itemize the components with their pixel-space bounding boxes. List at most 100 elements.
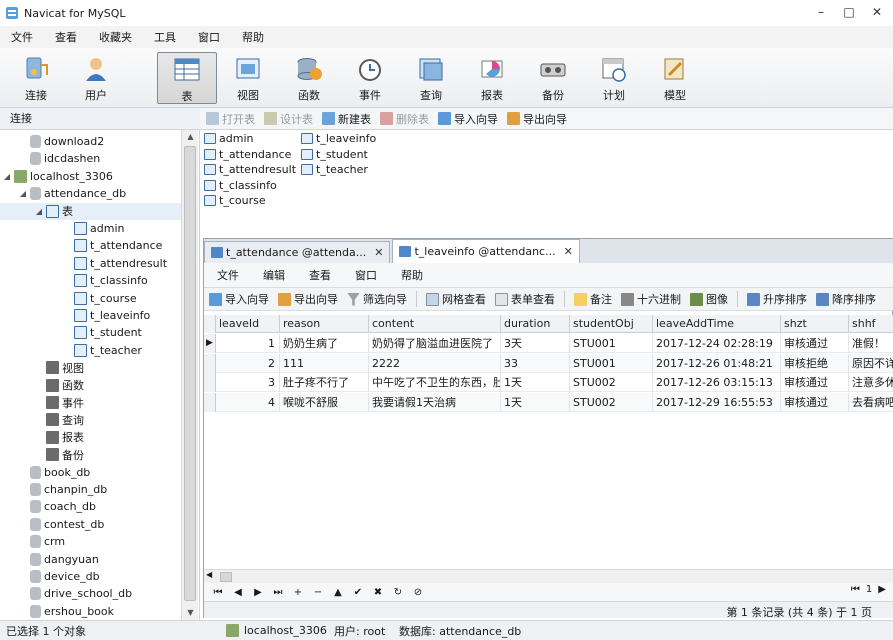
- table-cell[interactable]: 去看病吧: [849, 393, 893, 412]
- table-cell[interactable]: 准假！: [849, 334, 893, 353]
- tree-item[interactable]: 函数: [0, 377, 181, 394]
- tree-item[interactable]: idcdashen: [0, 150, 181, 167]
- tree-item[interactable]: ◢ 表: [0, 202, 181, 220]
- first-page-icon[interactable]: ⏮: [851, 584, 860, 595]
- object-list-item[interactable]: t_leaveinfo: [301, 132, 376, 145]
- row-indicator[interactable]: ▶: [204, 334, 216, 353]
- column-header[interactable]: reason: [280, 315, 369, 333]
- menu-help[interactable]: 帮助: [235, 29, 271, 45]
- tree-item[interactable]: coach_db: [0, 498, 181, 515]
- expand-toggle-icon[interactable]: ◢: [18, 189, 28, 198]
- toolbar-backup-button[interactable]: 备份: [523, 52, 583, 104]
- table-cell[interactable]: 我要请假1天治病: [369, 392, 501, 412]
- table-cell[interactable]: 审核通过: [781, 373, 849, 392]
- filter-wizard-button[interactable]: 筛选向导: [347, 291, 407, 307]
- scroll-up-icon[interactable]: ▲: [182, 130, 199, 144]
- tree-item[interactable]: ◢ localhost_3306: [0, 168, 181, 185]
- tree-item[interactable]: 查询: [0, 411, 181, 428]
- toolbar-table-button[interactable]: 表: [157, 52, 217, 104]
- object-list-item[interactable]: admin: [204, 132, 253, 145]
- import-wizard-button[interactable]: 导入向导: [438, 111, 498, 127]
- sidebar-scrollbar[interactable]: ▲ ▼: [181, 130, 198, 620]
- scroll-left-icon[interactable]: ◀: [206, 570, 212, 579]
- tree-item[interactable]: t_leaveinfo: [0, 307, 181, 324]
- open-table-button[interactable]: 打开表: [206, 111, 255, 127]
- table-cell[interactable]: STU002: [570, 392, 653, 412]
- table-cell[interactable]: 33: [501, 353, 570, 373]
- previous-record-icon[interactable]: ◀: [230, 587, 246, 598]
- table-cell[interactable]: 4: [216, 392, 280, 412]
- tree-item[interactable]: t_attendance: [0, 237, 181, 254]
- menu-tools[interactable]: 工具: [147, 29, 183, 45]
- menu-favorites[interactable]: 收藏夹: [92, 29, 139, 45]
- object-list-item[interactable]: t_classinfo: [204, 179, 277, 192]
- table-cell[interactable]: 1: [216, 334, 280, 353]
- editor-menu-help[interactable]: 帮助: [394, 267, 430, 283]
- scroll-down-icon[interactable]: ▼: [182, 606, 199, 620]
- object-list-item[interactable]: t_course: [204, 194, 266, 207]
- tree-item[interactable]: t_classinfo: [0, 272, 181, 289]
- table-row[interactable]: 4 喉咙不舒服 我要请假1天治病 1天 STU002 2017-12-29 16:55:5…: [204, 392, 893, 412]
- tree-item[interactable]: t_attendresult: [0, 255, 181, 272]
- table-cell[interactable]: 1天: [501, 373, 570, 392]
- tree-item[interactable]: device_db: [0, 568, 181, 585]
- toolbar-event-button[interactable]: 事件: [340, 52, 400, 104]
- table-cell[interactable]: 3: [216, 373, 280, 392]
- design-table-button[interactable]: 设计表: [264, 111, 313, 127]
- apply-icon[interactable]: ✔: [350, 587, 366, 598]
- row-indicator[interactable]: [204, 392, 216, 412]
- object-list-item[interactable]: t_student: [301, 148, 368, 161]
- maximize-button[interactable]: □: [839, 3, 859, 21]
- menu-view[interactable]: 查看: [48, 29, 84, 45]
- table-cell[interactable]: 2017-12-26 03:15:13: [653, 373, 781, 392]
- add-record-icon[interactable]: +: [290, 587, 306, 598]
- table-cell[interactable]: 审核通过: [781, 334, 849, 353]
- next-page-icon[interactable]: ▶: [878, 584, 886, 595]
- table-cell[interactable]: 中午吃了不卫生的东西，肚子: [369, 373, 501, 392]
- tree-item[interactable]: download2: [0, 133, 181, 150]
- tree-item[interactable]: 报表: [0, 429, 181, 446]
- tab-t-attendance[interactable]: t_attendance @attenda... ✕: [204, 241, 391, 263]
- toolbar-user-button[interactable]: 用户: [66, 52, 126, 104]
- table-cell[interactable]: 审核通过: [781, 392, 849, 412]
- sidebar-scroll-thumb[interactable]: [184, 146, 196, 601]
- delete-record-icon[interactable]: −: [310, 587, 326, 598]
- export-wizard-button[interactable]: 导出向导: [507, 111, 567, 127]
- table-row[interactable]: 2 111 2222 33 STU001 2017-12-26 01:48:21 审核拒绝原…: [204, 353, 893, 373]
- column-header[interactable]: content: [369, 315, 501, 333]
- editor-menu-view[interactable]: 查看: [302, 267, 338, 283]
- new-table-button[interactable]: 新建表: [322, 111, 371, 127]
- column-header[interactable]: leaveId: [216, 315, 280, 333]
- tree-item[interactable]: drive_school_db: [0, 585, 181, 602]
- column-header[interactable]: studentObj: [570, 315, 653, 333]
- toolbar-schedule-button[interactable]: 计划: [584, 52, 644, 104]
- expand-toggle-icon[interactable]: ◢: [2, 172, 12, 181]
- toolbar-connection-button[interactable]: 连接: [6, 52, 66, 104]
- first-record-icon[interactable]: ⏮: [210, 587, 226, 598]
- close-icon[interactable]: ✕: [564, 245, 573, 258]
- toolbar-model-button[interactable]: 模型: [645, 52, 705, 104]
- grid-horizontal-scrollbar[interactable]: ◀: [204, 569, 893, 583]
- hex-button[interactable]: 十六进制: [621, 291, 681, 307]
- editor-menu-edit[interactable]: 编辑: [256, 267, 292, 283]
- table-cell[interactable]: 2: [216, 353, 280, 373]
- tree-item[interactable]: crm: [0, 533, 181, 550]
- expand-toggle-icon[interactable]: ◢: [34, 207, 44, 216]
- tab-t-leaveinfo[interactable]: t_leaveinfo @attendanc... ✕: [392, 239, 580, 263]
- grid-scroll-thumb[interactable]: [220, 572, 232, 582]
- sort-ascending-button[interactable]: 升序排序: [747, 291, 807, 307]
- tree-item[interactable]: chanpin_db: [0, 481, 181, 498]
- memo-button[interactable]: 备注: [574, 291, 612, 307]
- menu-file[interactable]: 文件: [4, 29, 40, 45]
- stop-icon[interactable]: ⊘: [410, 587, 426, 598]
- object-list-item[interactable]: t_attendance: [204, 148, 291, 161]
- table-cell[interactable]: 2017-12-26 01:48:21: [653, 353, 781, 373]
- close-button[interactable]: ✕: [867, 3, 887, 21]
- toolbar-query-button[interactable]: 查询: [401, 52, 461, 104]
- table-cell[interactable]: 111: [280, 353, 369, 373]
- import-wizard-button[interactable]: 导入向导: [209, 291, 269, 307]
- table-cell[interactable]: 3天: [501, 334, 570, 353]
- column-header[interactable]: leaveAddTime: [653, 315, 781, 333]
- row-indicator[interactable]: [204, 373, 216, 392]
- table-cell[interactable]: 1天: [501, 392, 570, 412]
